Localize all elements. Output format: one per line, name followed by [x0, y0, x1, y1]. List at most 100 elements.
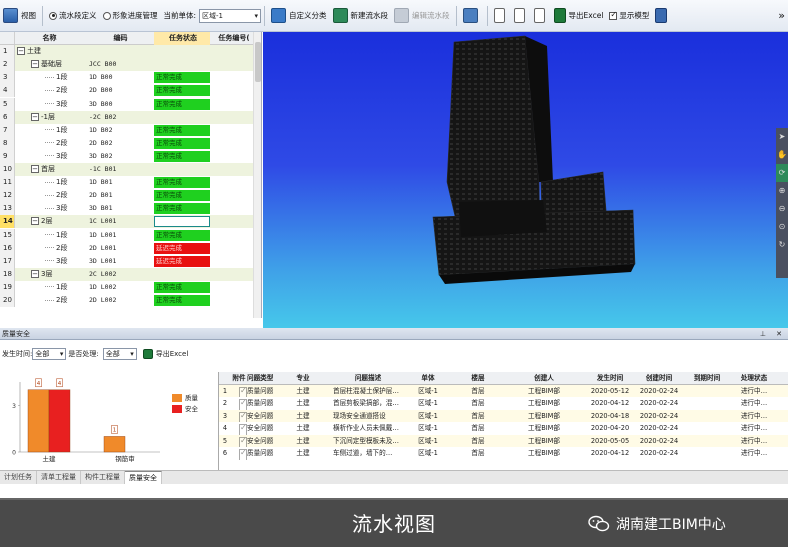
tree-row[interactable]: 16 2段 2D L001 延迟完成 [0, 241, 261, 255]
bottom-tab[interactable]: 清单工程量 [37, 471, 81, 484]
tree-row[interactable]: 19 1段 1D L002 正常完成 [0, 280, 261, 294]
collapse-icon[interactable]: − [31, 217, 39, 226]
row-number[interactable]: 14 [0, 215, 15, 229]
doc-button-1[interactable] [491, 5, 511, 27]
row-number[interactable]: 18 [0, 267, 15, 281]
status-cell[interactable]: 正常完成 [154, 281, 210, 293]
zoom-in-icon[interactable]: ⊕ [776, 182, 788, 200]
table-row[interactable]: 1 质量问题 土建 首层柱混凝土保护层… 区域-1 首层 工程BIM部 2020-05-12 2… [219, 384, 788, 397]
status-cell[interactable] [154, 46, 210, 57]
attachment-checkbox[interactable] [231, 397, 247, 410]
collapse-icon[interactable]: − [31, 269, 39, 278]
code-cell[interactable]: 2D B00 [86, 84, 152, 97]
show-model-checkbox[interactable]: 显示模型 [606, 5, 652, 27]
status-cell[interactable]: 正常完成 [154, 295, 210, 306]
rotate-icon[interactable]: ↻ [776, 236, 788, 254]
row-number[interactable]: 11 [0, 176, 15, 190]
code-cell[interactable]: 1D B02 [86, 124, 152, 137]
row-number[interactable]: 17 [0, 254, 15, 268]
tree-row[interactable]: 13 3段 3D B01 正常完成 [0, 202, 261, 216]
code-cell[interactable]: 3D B02 [86, 150, 152, 163]
code-cell[interactable]: 2D L002 [86, 294, 152, 307]
task-no-cell[interactable] [212, 58, 256, 71]
tree-row[interactable]: 20 2段 2D L002 正常完成 [0, 294, 261, 308]
code-cell[interactable]: 3D B00 [86, 98, 152, 111]
column-header[interactable]: 单体 [403, 372, 453, 384]
status-cell[interactable]: 正常完成 [154, 190, 210, 202]
bar[interactable] [48, 389, 71, 453]
table-row[interactable]: 2 质量问题 土建 首层剪板梁搞部，混… 区域-1 首层 工程BIM部 2020-04-12 2… [219, 397, 788, 410]
task-no-cell[interactable] [212, 294, 256, 307]
code-cell[interactable]: 2D L001 [86, 242, 152, 255]
edit-flow-button[interactable]: 编辑流水段 [391, 5, 453, 27]
column-header[interactable]: 问题类型 [247, 372, 273, 384]
col-header-code[interactable]: 编码 [86, 32, 152, 44]
hand-pan-icon[interactable]: ✋ [776, 146, 788, 164]
col-header-status[interactable]: 任务状态 [154, 32, 210, 45]
custom-class-button[interactable]: 自定义分类 [268, 5, 330, 27]
attachment-checkbox[interactable] [231, 410, 247, 422]
row-number[interactable]: 19 [0, 280, 15, 294]
toolbar-overflow-button[interactable]: » [775, 5, 788, 27]
tree-row[interactable]: 8 2段 2D B02 正常完成 [0, 136, 261, 150]
table-row[interactable]: 4 安全问题 土建 横析作业人员未佩戴… 区域-1 首层 工程BIM部 2020-04-20 2… [219, 422, 788, 435]
image-progress-radio[interactable]: 形象进度管理 [100, 5, 161, 27]
task-no-cell[interactable] [212, 189, 256, 202]
table-row[interactable]: 5 安全问题 土建 下沉间定型模板未及… 区域-1 首层 工程BIM部 2020-05-05 2… [219, 434, 788, 447]
task-no-cell[interactable] [212, 202, 256, 215]
code-cell[interactable]: 1C L001 [86, 215, 152, 228]
zoom-fit-icon[interactable]: ⊙ [776, 218, 788, 236]
tree-group-row[interactable]: 1− 土建 [0, 45, 261, 59]
model-3d-viewport[interactable]: ➤ ✋ ⟳ ⊕ ⊖ ⊙ ↻ [263, 32, 788, 328]
column-header[interactable]: 创建时间 [635, 372, 683, 384]
current-unit-select[interactable]: 区域-1 ▾ [199, 8, 262, 23]
code-cell[interactable]: -2C B02 [86, 111, 152, 124]
task-no-cell[interactable] [212, 255, 256, 268]
tree-group-row[interactable]: 2− 基础层 JCC B00 [0, 58, 261, 72]
code-cell[interactable]: JCC B00 [86, 58, 152, 71]
task-no-cell[interactable] [212, 176, 256, 189]
column-header[interactable]: 楼层 [453, 372, 503, 384]
tree-row[interactable]: 7 1段 1D B02 正常完成 [0, 123, 261, 137]
code-cell[interactable]: 2D B01 [86, 189, 152, 202]
status-cell[interactable] [154, 59, 210, 70]
table-row[interactable]: 3 安全问题 土建 现场安全通道搭设 区域-1 首层 工程BIM部 2020-04-18 202… [219, 409, 788, 422]
row-number[interactable]: 10 [0, 163, 15, 177]
row-number[interactable]: 3 [0, 71, 15, 85]
orbit-icon[interactable]: ⟳ [776, 164, 788, 182]
pin-icon[interactable]: ⊥ [760, 328, 766, 340]
row-number[interactable]: 1 [0, 45, 15, 59]
row-number[interactable]: 6 [0, 110, 15, 124]
task-no-cell[interactable] [212, 137, 256, 150]
status-cell[interactable]: 正常完成 [154, 137, 210, 149]
status-cell[interactable]: 正常完成 [154, 98, 210, 110]
column-header[interactable]: 创建人 [503, 372, 585, 384]
tree-row[interactable]: 9 3段 3D B02 正常完成 [0, 149, 261, 163]
export-excel-button[interactable]: 导出Excel [551, 5, 607, 27]
attachment-checkbox[interactable] [231, 447, 247, 460]
col-header-task-no[interactable]: 任务编号( [212, 32, 256, 44]
task-no-cell[interactable] [212, 150, 256, 163]
task-no-cell[interactable] [212, 124, 256, 137]
column-header[interactable]: 处理状态 [731, 372, 777, 384]
task-no-cell[interactable] [212, 229, 256, 242]
bottom-tab[interactable]: 计划任务 [0, 471, 37, 484]
bottom-tab[interactable]: 构件工程量 [81, 471, 125, 484]
attachment-checkbox[interactable] [231, 385, 247, 397]
task-no-cell[interactable] [212, 268, 256, 281]
row-number[interactable]: 4 [0, 84, 15, 98]
task-no-cell[interactable] [212, 111, 256, 124]
zoom-out-icon[interactable]: ⊖ [776, 200, 788, 218]
code-cell[interactable]: 2D B02 [86, 137, 152, 150]
tree-row[interactable]: 5 3段 3D B00 正常完成 [0, 97, 261, 111]
bar[interactable] [103, 436, 126, 453]
bar[interactable] [27, 389, 50, 453]
grid-toggle-button[interactable] [652, 5, 673, 27]
code-cell[interactable]: 1D L001 [86, 229, 152, 242]
doc-button-3[interactable] [531, 5, 551, 27]
code-cell[interactable]: 3D B01 [86, 202, 152, 215]
status-cell[interactable]: 正常完成 [154, 72, 210, 84]
status-cell[interactable]: 正常完成 [154, 203, 210, 215]
grid-vertical-scrollbar[interactable] [253, 32, 261, 318]
column-header[interactable]: 到期时间 [683, 372, 731, 384]
